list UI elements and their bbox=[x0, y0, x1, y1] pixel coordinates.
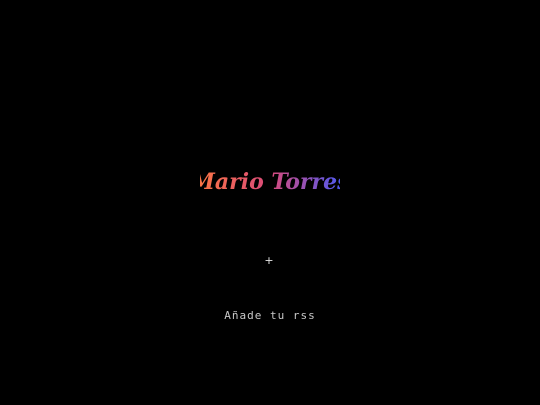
plus-icon: + bbox=[264, 254, 274, 267]
add-button[interactable]: + bbox=[262, 254, 276, 268]
add-rss-link[interactable]: Añade tu rss bbox=[0, 309, 540, 322]
logo: Mario Torres bbox=[0, 163, 540, 204]
logo-text: Mario Torres bbox=[200, 169, 340, 195]
screen: Mario Torres + Añade tu rss bbox=[0, 0, 540, 405]
logo-wordmark: Mario Torres bbox=[200, 169, 340, 195]
